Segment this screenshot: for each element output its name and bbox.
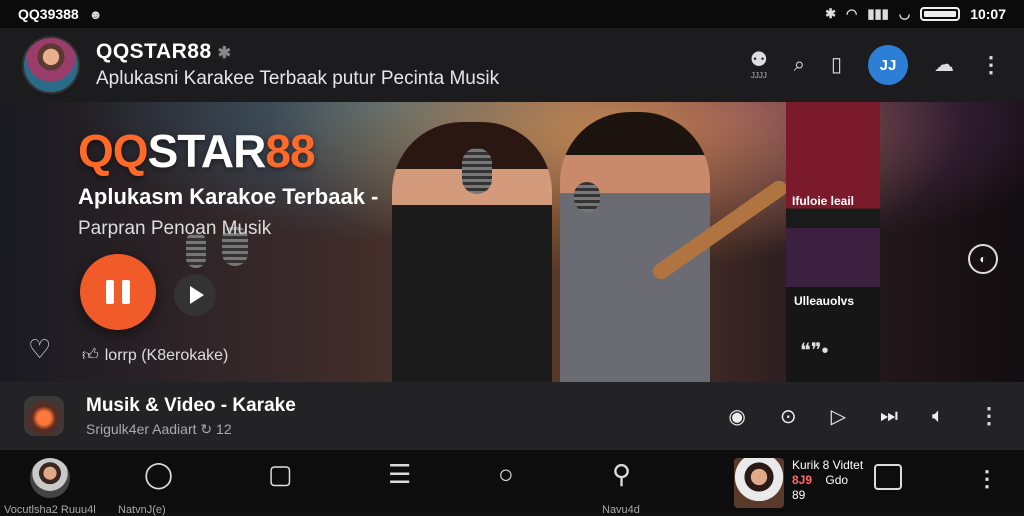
status-time: 10:07 — [970, 6, 1006, 22]
chat-icon: ◯ — [144, 459, 174, 489]
battery-icon — [920, 7, 961, 21]
cat-icon: ☻ — [88, 6, 103, 22]
pause-icon — [106, 280, 114, 304]
mini-title: Kurik 8 Vidtet — [792, 458, 864, 472]
banner-text: QQSTAR88 Aplukasm Karakoe Terbaak - Parp… — [78, 124, 378, 240]
nav-item-karaoke[interactable]: ⚲ Navu4d — [602, 458, 640, 516]
group-icon-label: JJJJ — [750, 71, 767, 80]
circle-icon: ○ — [498, 459, 514, 489]
status-carrier-text: QQ39388 — [18, 6, 79, 22]
now-playing-thumbnail — [24, 396, 64, 436]
header-titles: QQSTAR88 ✱ Aplukasni Karakee Terbaak putu… — [96, 40, 750, 90]
nav-label: Vocutlsha2 Ruuu4l — [4, 504, 96, 516]
bottom-navigation: Vocutlsha2 Ruuu4l ◯ NatvnJ(e) ▢ ☰ ○ ⚲ Na… — [0, 450, 1024, 516]
now-playing-text: Musik & Video - Karake Srigulk4er Aadiar… — [86, 395, 728, 438]
signal-icon: ▮▮▮ — [867, 6, 889, 21]
hero-banner: QQSTAR88 Aplukasm Karakoe Terbaak - Parp… — [0, 102, 1024, 382]
volume-icon[interactable]: 🔈︎ — [932, 405, 944, 428]
mini-thumbnail — [734, 458, 784, 508]
mini-line2: 8J9 Gdo — [792, 473, 849, 487]
eye-icon[interactable]: ◉ — [728, 404, 745, 429]
banner-tagline: Aplukasm Karakoe Terbaak - — [78, 184, 379, 209]
sparkle-icon: ✱ — [217, 45, 232, 62]
wifi-signal-icon: ◡ — [898, 6, 911, 21]
nav-item-list[interactable]: ☰ — [388, 458, 411, 494]
like-label: lorrp (K8erokake) — [104, 346, 229, 364]
app-header: QQSTAR88 ✱ Aplukasni Karakee Terbaak putu… — [0, 28, 1024, 102]
more-options-icon[interactable]: ⋮ — [980, 54, 1002, 76]
play-button[interactable] — [174, 274, 216, 316]
record-icon[interactable]: ⊙ — [780, 404, 797, 429]
group-icon[interactable]: ⚉ JJJJ — [750, 50, 768, 80]
bookmark-icon[interactable]: ▯ — [831, 55, 842, 75]
compass-icon[interactable]: ◐ — [968, 244, 998, 274]
nav-item-library[interactable]: ▢ — [268, 458, 293, 494]
more-options-icon[interactable]: ⋮ — [978, 403, 1000, 429]
wifi-icon: ◠ — [846, 6, 858, 21]
like-row[interactable]: 👍︎ lorrp (K8erokake) — [82, 346, 228, 365]
nav-item-profile[interactable]: Vocutlsha2 Ruuu4l — [4, 458, 96, 516]
pause-button[interactable] — [80, 254, 156, 330]
list-icon: ☰ — [388, 459, 412, 489]
app-title: QQSTAR88 ✱ — [96, 40, 232, 63]
profile-button[interactable]: JJ — [868, 45, 908, 85]
heart-icon[interactable]: ♡ — [28, 334, 51, 365]
header-actions: ⚉ JJJJ ⌕ ▯ JJ ☁ ⋮ — [750, 45, 1002, 85]
nav-label: NatvnJ(e) — [118, 504, 166, 516]
brand-logo-text: QQSTAR88 — [78, 125, 316, 177]
skip-next-icon[interactable]: ⏭ — [880, 405, 898, 428]
window-icon[interactable] — [874, 464, 902, 490]
play-icon[interactable]: ▷ — [831, 404, 846, 429]
side-label-top: Ifuloie leail — [792, 194, 855, 208]
nav-label: Navu4d — [602, 504, 640, 516]
app-avatar[interactable] — [22, 36, 80, 94]
now-playing-bar[interactable]: Musik & Video - Karake Srigulk4er Aadiar… — [0, 382, 1024, 450]
avatar — [30, 458, 70, 498]
more-options-icon[interactable]: ⋮ — [976, 466, 998, 492]
now-playing-subtitle: Srigulk4er Aadiart ↻ 12 — [86, 420, 232, 437]
mini-player-card[interactable]: Kurik 8 Vidtet 8J9 Gdo 89 — [734, 458, 863, 508]
microphone-icon — [462, 148, 492, 194]
pause-icon — [122, 280, 130, 304]
app-subtitle: Aplukasni Karakee Terbaak putur Pecinta … — [96, 68, 500, 89]
now-playing-title: Musik & Video - Karake — [86, 394, 296, 416]
square-icon: ▢ — [268, 459, 293, 489]
chat-bubbles-icon[interactable]: ❝❞• — [800, 338, 829, 363]
nav-item-chat[interactable]: ◯ NatvnJ(e) — [118, 458, 174, 516]
microphone-icon — [574, 182, 600, 212]
mini-text: Kurik 8 Vidtet 8J9 Gdo 89 — [792, 458, 863, 503]
banner-subtagline: Parpran Penoan Musik — [78, 218, 272, 239]
playback-controls: ◉ ⊙ ▷ ⏭ 🔈︎ ⋮ — [728, 403, 1000, 429]
mini-line3: 89 — [792, 488, 806, 502]
status-bar: QQ39388 ☻ ✱ ◠ ▮▮▮ ◡ 10:07 — [0, 0, 1024, 28]
play-icon — [190, 286, 204, 304]
nav-item-discover[interactable]: ○ — [498, 458, 514, 494]
cloud-icon[interactable]: ☁ — [934, 55, 954, 75]
search-icon[interactable]: ⌕ — [794, 55, 805, 75]
side-label-bottom: Ulleauolvs — [794, 294, 855, 308]
joystick-icon: ⚲ — [612, 459, 632, 489]
thumbs-up-icon: 👍︎ — [82, 347, 99, 364]
bluetooth-icon: ✱ — [825, 6, 837, 21]
refresh-icon: ↻ — [200, 420, 213, 437]
